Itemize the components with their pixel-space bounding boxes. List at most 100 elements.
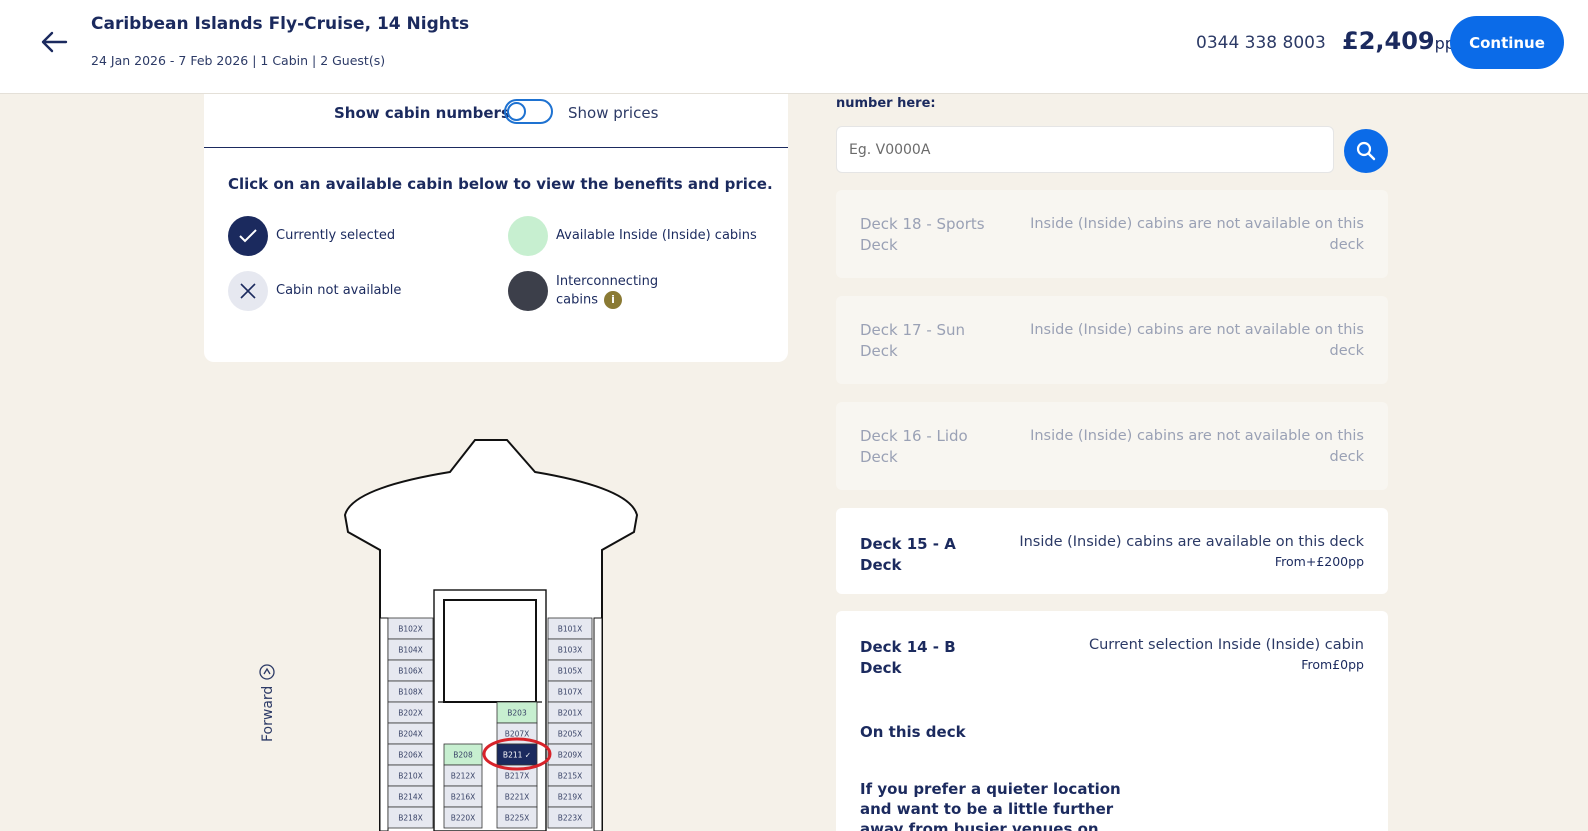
- cabin-b102x[interactable]: B102X: [387, 617, 434, 640]
- cabin-b214x[interactable]: B214X: [387, 785, 434, 808]
- cabin-b108x[interactable]: B108X: [387, 680, 434, 703]
- legend-available-label: Available Inside (Inside) cabins: [556, 228, 757, 243]
- cabin-label: B202X: [398, 709, 423, 718]
- deck-price-from: From£0pp: [1301, 657, 1364, 672]
- cabin-b215x[interactable]: B215X: [547, 764, 593, 787]
- check-icon: [228, 216, 268, 256]
- deck-option-17[interactable]: Deck 17 - Sun Deck Inside (Inside) cabin…: [836, 296, 1388, 384]
- booking-reference-label: number here:: [836, 96, 936, 111]
- deck-availability: Inside (Inside) cabins are not available…: [1030, 322, 1364, 359]
- cabin-label: B225X: [505, 814, 530, 823]
- cabin-b223x[interactable]: B223X: [547, 806, 593, 829]
- legend-not-available-label: Cabin not available: [276, 283, 402, 298]
- cabin-b106x[interactable]: B106X: [387, 659, 434, 682]
- cabin-b211[interactable]: B211 ✓: [496, 743, 538, 766]
- legend-selected: Currently selected: [228, 216, 395, 256]
- cabin-label: B219X: [558, 793, 583, 802]
- cabin-label: B206X: [398, 751, 423, 760]
- cabin-b220x[interactable]: B220X: [443, 806, 483, 829]
- central-void: [443, 599, 537, 703]
- cabin-b104x[interactable]: B104X: [387, 638, 434, 661]
- cabin-label: B221X: [505, 793, 530, 802]
- show-cabin-numbers-label[interactable]: Show cabin numbers: [334, 104, 510, 122]
- cabin-label: B220X: [451, 814, 476, 823]
- cabin-b221x[interactable]: B221X: [496, 785, 538, 808]
- cabin-label: B103X: [558, 646, 583, 655]
- toggle-knob: [507, 102, 526, 121]
- cabin-b204x[interactable]: B204X: [387, 722, 434, 745]
- deck-option-14[interactable]: Deck 14 - B Deck Current selection Insid…: [836, 611, 1388, 831]
- cabin-label: B216X: [451, 793, 476, 802]
- show-prices-label[interactable]: Show prices: [568, 104, 658, 122]
- display-toggle-row: Show cabin numbers Show prices: [204, 94, 788, 148]
- cabin-label: B104X: [398, 646, 423, 655]
- cabin-b219x[interactable]: B219X: [547, 785, 593, 808]
- deck-price-from: From+£200pp: [1274, 554, 1364, 569]
- cabin-label: B204X: [398, 730, 423, 739]
- back-button[interactable]: [36, 26, 72, 58]
- cabin-label: B218X: [398, 814, 423, 823]
- deck-option-18[interactable]: Deck 18 - Sports Deck Inside (Inside) ca…: [836, 190, 1388, 278]
- cabin-b225x[interactable]: B225X: [496, 806, 538, 829]
- cabin-label: B210X: [398, 772, 423, 781]
- legend-not-available: Cabin not available: [228, 271, 401, 311]
- deck-option-16[interactable]: Deck 16 - Lido Deck Inside (Inside) cabi…: [836, 402, 1388, 490]
- continue-button[interactable]: Continue: [1450, 16, 1564, 69]
- cabin-label: B102X: [398, 625, 423, 634]
- legend-interconnecting: Interconnecting cabins i: [508, 271, 666, 311]
- cabin-b107x[interactable]: B107X: [547, 680, 593, 703]
- cabin-b101x[interactable]: B101X: [547, 617, 593, 640]
- cabin-b210x[interactable]: B210X: [387, 764, 434, 787]
- cabin-b202x[interactable]: B202X: [387, 701, 434, 724]
- search-button[interactable]: [1344, 129, 1388, 173]
- cabin-b201x[interactable]: B201X: [547, 701, 593, 724]
- cabin-b105x[interactable]: B105X: [547, 659, 593, 682]
- cabin-b203[interactable]: B203: [496, 701, 538, 724]
- price-value: £2,409: [1342, 27, 1435, 55]
- trip-details: 24 Jan 2026 - 7 Feb 2026 | 1 Cabin | 2 G…: [91, 53, 386, 68]
- cabin-label: B101X: [558, 625, 583, 634]
- deck-option-15[interactable]: Deck 15 - A Deck Inside (Inside) cabins …: [836, 508, 1388, 594]
- numbers-prices-toggle[interactable]: [504, 99, 553, 124]
- available-swatch: [508, 216, 548, 256]
- deck-availability: Inside (Inside) cabins are not available…: [1030, 216, 1364, 253]
- deck-availability: Current selection Inside (Inside) cabin: [1088, 637, 1364, 653]
- phone-number[interactable]: 0344 338 8003: [1196, 33, 1326, 53]
- cabin-b205x[interactable]: B205X: [547, 722, 593, 745]
- cabin-number-input[interactable]: [836, 126, 1334, 173]
- deck-availability: Inside (Inside) cabins are available on …: [1019, 534, 1364, 550]
- deck-name: Deck 18 - Sports Deck: [860, 215, 985, 254]
- forward-indicator: Forward: [252, 664, 282, 744]
- trip-title: Caribbean Islands Fly-Cruise, 14 Nights: [91, 14, 470, 34]
- deck-detail-title: On this deck: [860, 723, 966, 741]
- cabin-b218x[interactable]: B218X: [387, 806, 434, 829]
- deck-name: Deck 17 - Sun Deck: [860, 321, 966, 360]
- cabin-label: B105X: [558, 667, 583, 676]
- cabin-b206x[interactable]: B206X: [387, 743, 434, 766]
- cabin-label: B212X: [451, 772, 476, 781]
- cabin-b216x[interactable]: B216X: [443, 785, 483, 808]
- legend-available: Available Inside (Inside) cabins: [508, 216, 757, 256]
- search-icon: [1356, 141, 1376, 161]
- cabin-label: B223X: [558, 814, 583, 823]
- cabin-b103x[interactable]: B103X: [547, 638, 593, 661]
- cabin-label: B217X: [505, 772, 530, 781]
- cabin-b209x[interactable]: B209X: [547, 743, 593, 766]
- cabin-label: B203: [507, 709, 527, 718]
- deck-name: Deck 14 - B Deck: [860, 638, 956, 677]
- cabin-label: B107X: [558, 688, 583, 697]
- deck-plan-map: B102X B104X B106X B108X B202X B204X B206X B210X…: [343, 439, 639, 831]
- cabin-label: B205X: [558, 730, 583, 739]
- legend-selected-label: Currently selected: [276, 228, 396, 243]
- interconnecting-swatch: [508, 271, 548, 311]
- cabin-label: B211 ✓: [503, 751, 531, 760]
- cabin-label: B214X: [398, 793, 423, 802]
- cabin-b212x[interactable]: B212X: [443, 764, 483, 787]
- deck-name: Deck 16 - Lido Deck: [860, 427, 968, 466]
- deck-availability: Inside (Inside) cabins are not available…: [1030, 428, 1364, 465]
- cabin-label: B207X: [505, 730, 530, 739]
- top-bar: Caribbean Islands Fly-Cruise, 14 Nights …: [0, 0, 1588, 94]
- cabin-b208[interactable]: B208: [443, 743, 483, 766]
- info-icon[interactable]: i: [604, 290, 622, 309]
- deck-detail-text: If you prefer a quieter location and wan…: [860, 780, 1121, 831]
